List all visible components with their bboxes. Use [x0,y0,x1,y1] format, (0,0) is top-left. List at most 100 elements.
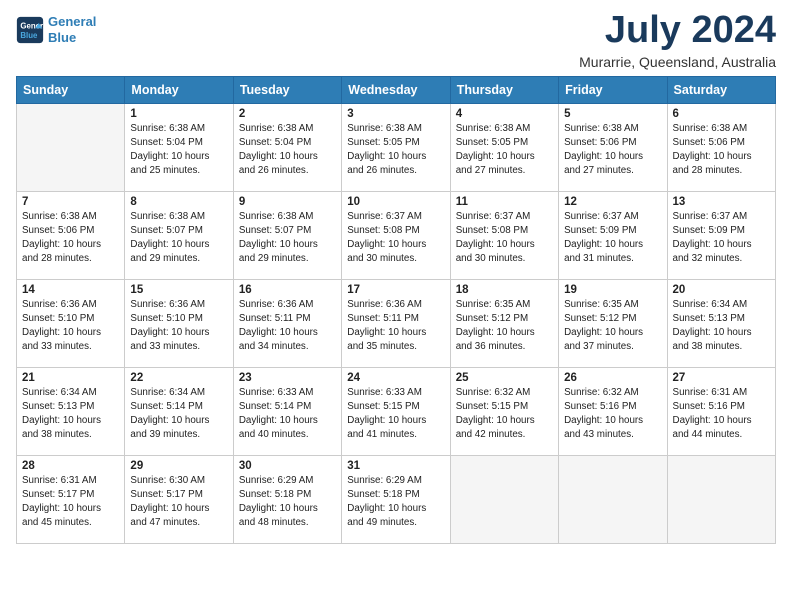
week-row-5: 28 Sunrise: 6:31 AMSunset: 5:17 PMDayligh… [17,455,776,543]
day-number: 8 [130,196,227,208]
day-number: 27 [673,372,770,384]
day-info: Sunrise: 6:35 AMSunset: 5:12 PMDaylight:… [564,298,661,355]
day-info: Sunrise: 6:38 AMSunset: 5:06 PMDaylight:… [673,122,770,179]
day-number: 12 [564,196,661,208]
day-number: 5 [564,108,661,120]
day-cell: 24 Sunrise: 6:33 AMSunset: 5:15 PMDayligh… [342,367,450,455]
day-info: Sunrise: 6:37 AMSunset: 5:08 PMDaylight:… [347,210,444,267]
weekday-header-row: SundayMondayTuesdayWednesdayThursdayFrid… [17,76,776,103]
weekday-sunday: Sunday [17,76,125,103]
day-cell: 27 Sunrise: 6:31 AMSunset: 5:16 PMDayligh… [667,367,775,455]
day-cell: 19 Sunrise: 6:35 AMSunset: 5:12 PMDayligh… [559,279,667,367]
day-number: 15 [130,284,227,296]
day-number: 22 [130,372,227,384]
day-number: 18 [456,284,553,296]
logo-blue: Blue [48,30,76,45]
day-cell: 30 Sunrise: 6:29 AMSunset: 5:18 PMDayligh… [233,455,341,543]
day-cell: 8 Sunrise: 6:38 AMSunset: 5:07 PMDaylight… [125,191,233,279]
day-cell: 21 Sunrise: 6:34 AMSunset: 5:13 PMDayligh… [17,367,125,455]
day-cell [559,455,667,543]
day-number: 20 [673,284,770,296]
day-cell: 1Sunrise: 6:38 AMSunset: 5:04 PMDaylight… [125,103,233,191]
day-info: Sunrise: 6:31 AMSunset: 5:17 PMDaylight:… [22,474,119,531]
day-cell: 31Sunrise: 6:29 AMSunset: 5:18 PMDayligh… [342,455,450,543]
day-cell: 15 Sunrise: 6:36 AMSunset: 5:10 PMDayligh… [125,279,233,367]
day-number: 1 [130,108,227,120]
header: General Blue General Blue July 2024 Mura… [16,10,776,70]
day-number: 6 [673,108,770,120]
logo-general: General [48,14,96,29]
day-info: Sunrise: 6:31 AMSunset: 5:16 PMDaylight:… [673,386,770,443]
day-info: Sunrise: 6:38 AMSunset: 5:04 PMDaylight:… [239,122,336,179]
day-info: Sunrise: 6:34 AMSunset: 5:13 PMDaylight:… [22,386,119,443]
day-number: 19 [564,284,661,296]
day-info: Sunrise: 6:33 AMSunset: 5:15 PMDaylight:… [347,386,444,443]
day-cell: 7 Sunrise: 6:38 AMSunset: 5:06 PMDaylight… [17,191,125,279]
day-number: 24 [347,372,444,384]
day-number: 21 [22,372,119,384]
day-number: 10 [347,196,444,208]
day-info: Sunrise: 6:36 AMSunset: 5:11 PMDaylight:… [347,298,444,355]
day-info: Sunrise: 6:36 AMSunset: 5:10 PMDaylight:… [130,298,227,355]
day-info: Sunrise: 6:33 AMSunset: 5:14 PMDaylight:… [239,386,336,443]
day-number: 13 [673,196,770,208]
day-cell: 28 Sunrise: 6:31 AMSunset: 5:17 PMDayligh… [17,455,125,543]
weekday-tuesday: Tuesday [233,76,341,103]
day-info: Sunrise: 6:34 AMSunset: 5:14 PMDaylight:… [130,386,227,443]
day-number: 26 [564,372,661,384]
weekday-wednesday: Wednesday [342,76,450,103]
day-number: 16 [239,284,336,296]
day-cell: 5 Sunrise: 6:38 AMSunset: 5:06 PMDaylight… [559,103,667,191]
week-row-4: 21 Sunrise: 6:34 AMSunset: 5:13 PMDayligh… [17,367,776,455]
day-info: Sunrise: 6:29 AMSunset: 5:18 PMDaylight:… [239,474,336,531]
weekday-monday: Monday [125,76,233,103]
week-row-2: 7 Sunrise: 6:38 AMSunset: 5:06 PMDaylight… [17,191,776,279]
day-cell: 2 Sunrise: 6:38 AMSunset: 5:04 PMDaylight… [233,103,341,191]
day-info: Sunrise: 6:30 AMSunset: 5:17 PMDaylight:… [130,474,227,531]
day-cell [17,103,125,191]
day-cell: 17 Sunrise: 6:36 AMSunset: 5:11 PMDayligh… [342,279,450,367]
day-info: Sunrise: 6:38 AMSunset: 5:07 PMDaylight:… [130,210,227,267]
day-number: 28 [22,460,119,472]
day-info: Sunrise: 6:35 AMSunset: 5:12 PMDaylight:… [456,298,553,355]
day-info: Sunrise: 6:37 AMSunset: 5:09 PMDaylight:… [673,210,770,267]
logo-text: General Blue [48,14,96,45]
day-number: 11 [456,196,553,208]
day-cell: 9 Sunrise: 6:38 AMSunset: 5:07 PMDaylight… [233,191,341,279]
day-number: 23 [239,372,336,384]
day-cell: 26Sunrise: 6:32 AMSunset: 5:16 PMDayligh… [559,367,667,455]
weekday-friday: Friday [559,76,667,103]
weekday-thursday: Thursday [450,76,558,103]
day-cell: 11 Sunrise: 6:37 AMSunset: 5:08 PMDayligh… [450,191,558,279]
day-number: 7 [22,196,119,208]
day-number: 29 [130,460,227,472]
day-info: Sunrise: 6:38 AMSunset: 5:07 PMDaylight:… [239,210,336,267]
logo: General Blue General Blue [16,14,96,45]
day-cell: 14Sunrise: 6:36 AMSunset: 5:10 PMDayligh… [17,279,125,367]
day-info: Sunrise: 6:36 AMSunset: 5:11 PMDaylight:… [239,298,336,355]
day-number: 17 [347,284,444,296]
day-cell: 12Sunrise: 6:37 AMSunset: 5:09 PMDayligh… [559,191,667,279]
day-cell: 22 Sunrise: 6:34 AMSunset: 5:14 PMDayligh… [125,367,233,455]
day-cell: 20 Sunrise: 6:34 AMSunset: 5:13 PMDayligh… [667,279,775,367]
day-number: 30 [239,460,336,472]
day-number: 9 [239,196,336,208]
day-cell: 10 Sunrise: 6:37 AMSunset: 5:08 PMDayligh… [342,191,450,279]
day-info: Sunrise: 6:34 AMSunset: 5:13 PMDaylight:… [673,298,770,355]
day-info: Sunrise: 6:36 AMSunset: 5:10 PMDaylight:… [22,298,119,355]
day-number: 3 [347,108,444,120]
day-cell: 18 Sunrise: 6:35 AMSunset: 5:12 PMDayligh… [450,279,558,367]
month-title: July 2024 [579,10,776,52]
location: Murarrie, Queensland, Australia [579,54,776,70]
day-cell: 23 Sunrise: 6:33 AMSunset: 5:14 PMDayligh… [233,367,341,455]
day-number: 2 [239,108,336,120]
logo-icon: General Blue [16,16,44,44]
day-cell: 13 Sunrise: 6:37 AMSunset: 5:09 PMDayligh… [667,191,775,279]
day-cell: 29 Sunrise: 6:30 AMSunset: 5:17 PMDayligh… [125,455,233,543]
week-row-3: 14Sunrise: 6:36 AMSunset: 5:10 PMDayligh… [17,279,776,367]
svg-text:Blue: Blue [20,30,38,39]
day-info: Sunrise: 6:38 AMSunset: 5:06 PMDaylight:… [22,210,119,267]
day-number: 25 [456,372,553,384]
day-info: Sunrise: 6:38 AMSunset: 5:06 PMDaylight:… [564,122,661,179]
day-info: Sunrise: 6:37 AMSunset: 5:08 PMDaylight:… [456,210,553,267]
